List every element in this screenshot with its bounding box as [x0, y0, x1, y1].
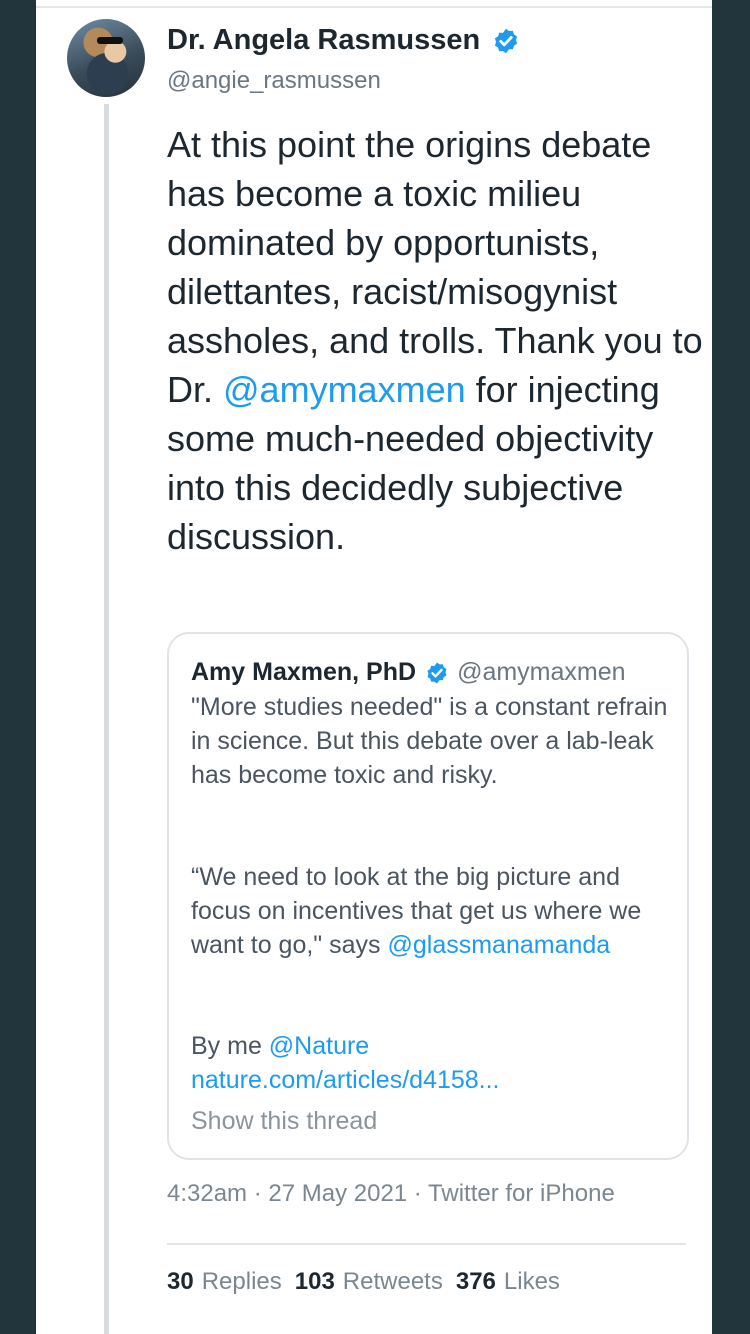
show-thread-link[interactable]: Show this thread [191, 1107, 377, 1136]
author-handle[interactable]: @angie_rasmussen [167, 67, 381, 95]
retweets-label: Retweets [342, 1268, 443, 1295]
quoted-author-handle: @amymaxmen [457, 658, 626, 686]
verified-badge-icon [495, 28, 518, 53]
retweets-count: 103 [294, 1268, 335, 1295]
replies-stat[interactable]: 30 Replies [167, 1268, 282, 1296]
top-divider [36, 6, 712, 8]
glassmanamanda-mention-link[interactable]: @glassmanamanda [387, 931, 610, 959]
engagement-stats: 30 Replies 103 Retweets 376 Likes [167, 1268, 573, 1296]
quoted-text-para3: By me @Nature nature.com/articles/d4158..… [191, 1029, 671, 1097]
tweet-text: At this point the origins debate has bec… [167, 120, 707, 561]
replies-count: 30 [167, 1268, 194, 1295]
verified-badge-icon [427, 662, 447, 683]
quoted-text-para2: “We need to look at the big picture and … [191, 860, 671, 962]
tweet-text-part1: At this point the origins debate has bec… [167, 124, 703, 410]
quoted-tweet[interactable]: Amy Maxmen, PhD @amymaxmen "More studies… [167, 632, 689, 1160]
nature-mention-link[interactable]: @Nature [269, 1032, 369, 1060]
likes-label: Likes [503, 1268, 560, 1295]
quoted-tweet-header: Amy Maxmen, PhD @amymaxmen [191, 658, 626, 687]
thread-line [104, 104, 109, 1334]
article-link[interactable]: nature.com/articles/d4158... [191, 1066, 500, 1094]
tweet-card: Dr. Angela Rasmussen @angie_rasmussen At… [36, 0, 712, 1334]
quoted-text-para1: "More studies needed" is a constant refr… [191, 693, 668, 789]
replies-label: Replies [201, 1268, 282, 1295]
likes-stat[interactable]: 376 Likes [456, 1268, 560, 1296]
avatar[interactable] [67, 19, 145, 97]
likes-count: 376 [455, 1268, 496, 1295]
author-row[interactable]: Dr. Angela Rasmussen [167, 24, 520, 57]
stats-divider [167, 1243, 686, 1245]
tweet-timestamp[interactable]: 4:32am · 27 May 2021 · Twitter for iPhon… [167, 1180, 615, 1208]
quoted-author-name: Amy Maxmen, PhD [191, 658, 417, 686]
avatar-sunglasses [97, 37, 123, 44]
mention-link[interactable]: @amymaxmen [223, 369, 466, 410]
author-name[interactable]: Dr. Angela Rasmussen [167, 24, 480, 57]
retweets-stat[interactable]: 103 Retweets [295, 1268, 443, 1296]
by-me-text: By me [191, 1032, 269, 1060]
